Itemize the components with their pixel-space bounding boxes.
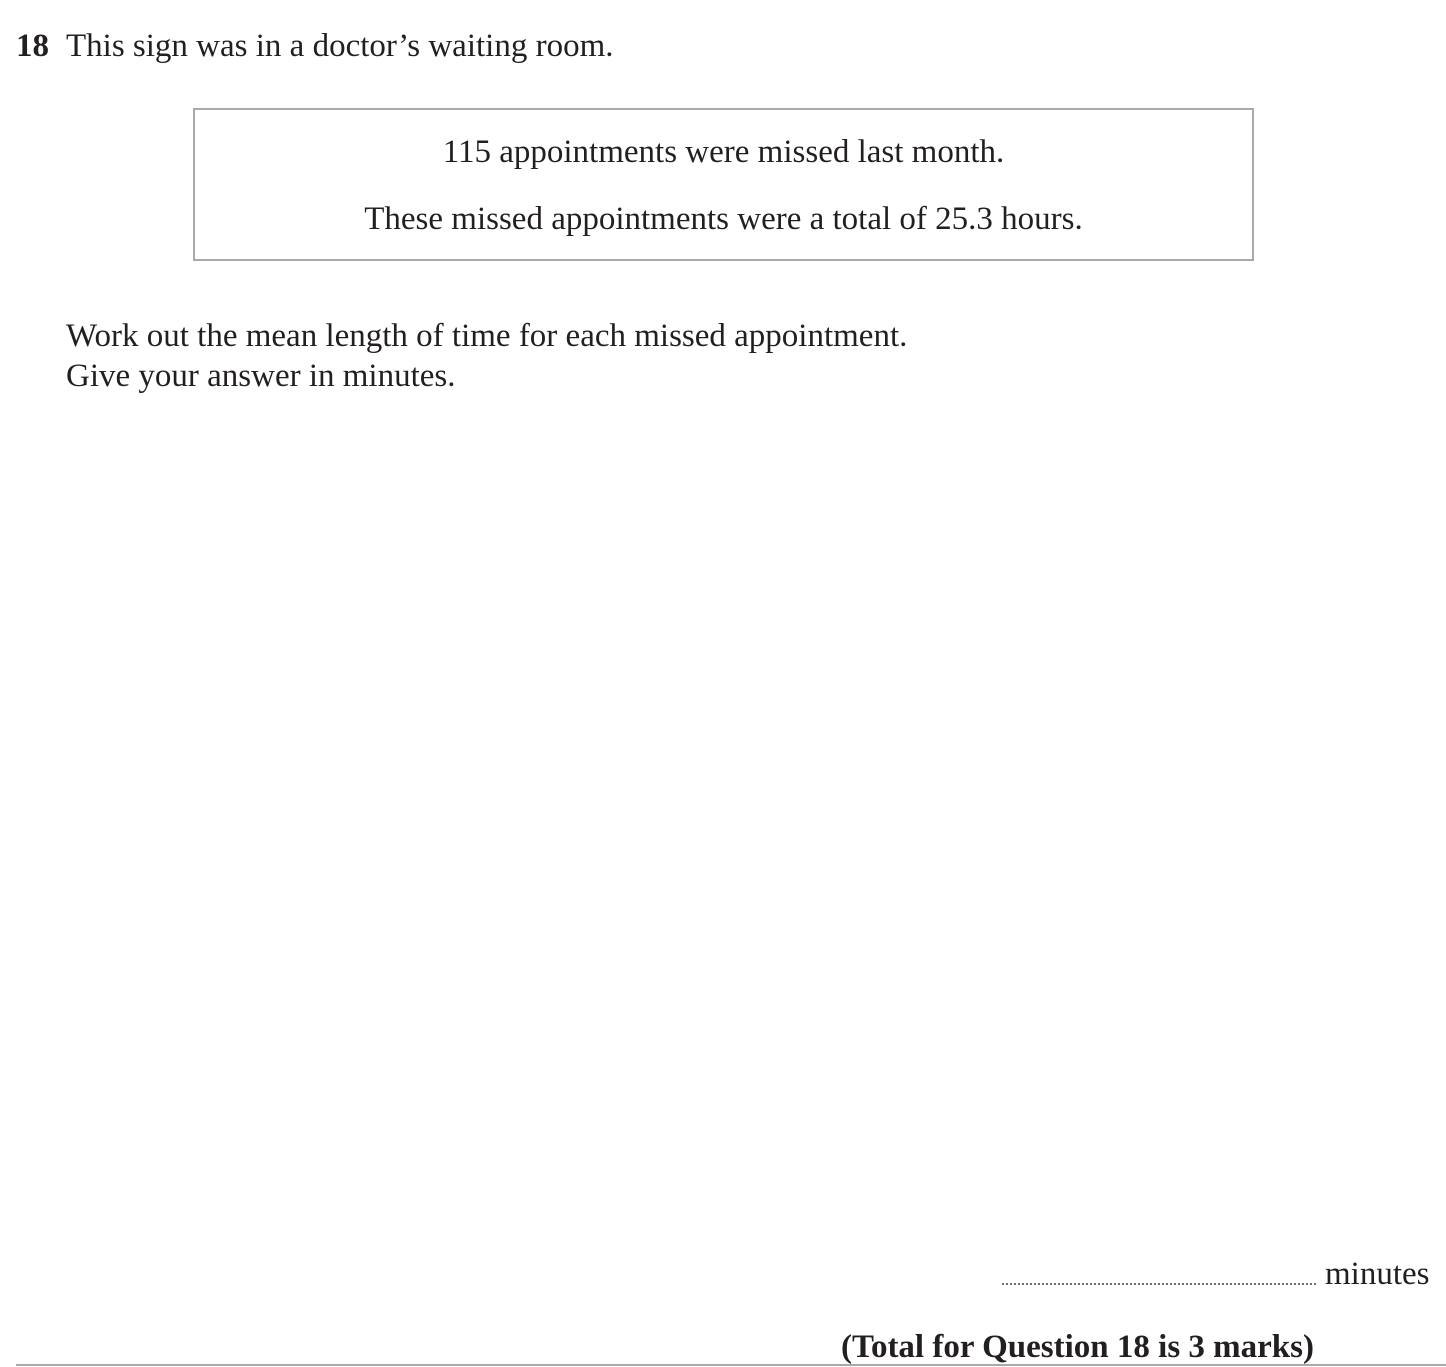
question-intro: This sign was in a doctor’s waiting room… (66, 28, 614, 64)
sign-line-hours: These missed appointments were a total o… (364, 201, 1083, 237)
question-instructions: Work out the mean length of time for eac… (66, 316, 907, 396)
sign-line-appointments: 115 appointments were missed last month. (442, 134, 1005, 170)
answer-line[interactable] (1002, 1283, 1316, 1285)
bottom-divider (16, 1364, 1446, 1366)
total-marks: (Total for Question 18 is 3 marks) (840, 1329, 1314, 1365)
answer-unit: minutes (1325, 1256, 1430, 1292)
instruction-line-mean: Work out the mean length of time for eac… (66, 318, 908, 354)
instruction-line-minutes: Give your answer in minutes. (66, 358, 456, 394)
question-number: 18 (16, 28, 49, 64)
sign-box: 115 appointments were missed last month.… (193, 108, 1254, 261)
